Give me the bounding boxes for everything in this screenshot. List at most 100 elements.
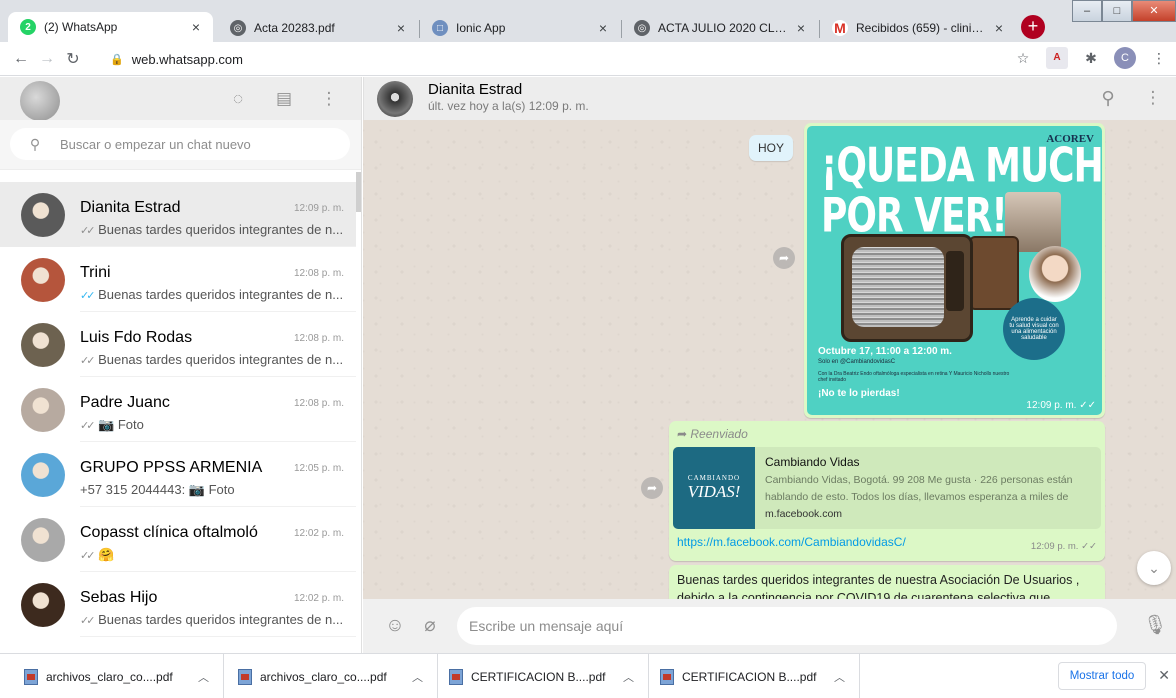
poster-tv-small [969, 236, 1019, 310]
chat-list-item[interactable]: Copasst clínica oftalmoló 12:02 p. m. ✓✓ 🤗 [0, 507, 356, 572]
chat-list-item[interactable]: Trini 12:08 p. m. ✓✓ Buenas tardes querido… [0, 247, 356, 312]
tab-close-icon[interactable]: × [794, 20, 808, 36]
chat-list-item[interactable]: GRUPO PPSS ARMENIA 12:05 p. m. +57 315 204… [0, 442, 356, 507]
search-input[interactable] [60, 136, 330, 152]
my-avatar[interactable] [20, 81, 60, 121]
show-all-button[interactable]: Mostrar todo [1058, 662, 1146, 690]
link-thumbnail: CAMBIANDO VIDAS! [673, 447, 755, 529]
message-input[interactable] [457, 607, 1117, 645]
tab-whatsapp[interactable]: 2 (2) WhatsApp × [8, 12, 213, 42]
lock-icon[interactable]: 🔒 [110, 53, 124, 66]
new-chat-icon[interactable]: ▤ [273, 88, 295, 110]
close-window-button[interactable]: ✕ [1132, 0, 1176, 22]
chat-avatar[interactable] [21, 193, 65, 237]
tab-acta-pdf[interactable]: ◎ Acta 20283.pdf × [218, 14, 418, 42]
profile-avatar[interactable]: C [1114, 47, 1136, 69]
pdf-extension-icon[interactable]: A [1046, 47, 1068, 69]
chat-preview-text: Buenas tardes queridos integrantes de n.… [98, 352, 344, 367]
download-item[interactable]: CERTIFICACION B....pdf ︿ [654, 654, 860, 698]
download-item[interactable]: archivos_claro_co....pdf ︿ [232, 654, 438, 698]
puzzle-icon[interactable]: ✱ [1080, 47, 1102, 69]
poster-channel: Solo en @CambiandovidasC [818, 359, 896, 365]
download-item[interactable]: archivos_claro_co....pdf ︿ [18, 654, 224, 698]
tab-label: Acta 20283.pdf [254, 21, 335, 35]
poster-tv-knobs [946, 251, 964, 311]
search-icon[interactable]: ⚲ [10, 136, 60, 153]
tab-close-icon[interactable]: × [596, 20, 610, 36]
close-downloads-icon[interactable]: ✕ [1158, 667, 1170, 684]
conversation-panel: Dianita Estrad últ. vez hoy a la(s) 12:0… [363, 77, 1176, 653]
menu-icon[interactable]: ⋮ [318, 88, 340, 110]
star-icon[interactable]: ☆ [1012, 47, 1034, 69]
download-item[interactable]: CERTIFICACION B....pdf ︿ [443, 654, 649, 698]
image-message[interactable]: ACOREV ¡QUEDA MUCHO POR VER! Aprende a c… [804, 123, 1105, 418]
tab-close-icon[interactable]: × [992, 20, 1006, 36]
conversation-header[interactable]: Dianita Estrad últ. vez hoy a la(s) 12:0… [363, 77, 1176, 120]
microphone-icon[interactable]: 🎙 [1143, 615, 1167, 637]
chat-list-item[interactable]: Luis Fdo Rodas 12:08 p. m. ✓✓ Buenas tarde… [0, 312, 356, 377]
chat-list: Dianita Estrad 12:09 p. m. ✓✓ Buenas tarde… [0, 182, 356, 637]
emoji-icon[interactable]: ☺ [384, 615, 406, 637]
poster-image[interactable]: ACOREV ¡QUEDA MUCHO POR VER! Aprende a c… [807, 126, 1102, 415]
url-text: web.whatsapp.com [131, 51, 243, 67]
chevron-up-icon[interactable]: ︿ [412, 669, 423, 685]
chat-preview: ✓✓ Buenas tardes queridos integrantes de… [80, 612, 345, 627]
browser-tab-strip: 2 (2) WhatsApp × ◎ Acta 20283.pdf × □ Io… [0, 0, 1176, 42]
tab-acta-julio[interactable]: ◎ ACTA JULIO 2020 CLINICA OF × [622, 14, 818, 42]
chat-name: Luis Fdo Rodas [80, 329, 193, 346]
chat-list-item[interactable]: Sebas Hijo 12:02 p. m. ✓✓ Buenas tardes qu… [0, 572, 356, 637]
chat-name: Dianita Estrad [80, 199, 181, 216]
chat-list-item[interactable]: Padre Juanc 12:08 p. m. ✓✓ 📷 Foto [0, 377, 356, 442]
back-arrow-icon[interactable]: ← [8, 50, 34, 68]
new-tab-button[interactable]: + [1021, 15, 1045, 39]
chevron-up-icon[interactable]: ︿ [834, 669, 845, 685]
chevron-up-icon[interactable]: ︿ [198, 669, 209, 685]
tab-ionic-app[interactable]: □ Ionic App × [420, 14, 620, 42]
link-url[interactable]: https://m.facebook.com/CambiandovidasC/ [677, 535, 906, 549]
scroll-down-button[interactable]: ⌄ [1137, 551, 1171, 585]
status-icon[interactable]: ◌ [227, 88, 249, 110]
chat-time: 12:08 p. m. [293, 268, 344, 279]
link-message[interactable]: ➦ Reenviado CAMBIANDO VIDAS! Cambiando V… [669, 421, 1105, 561]
chat-avatar[interactable] [21, 323, 65, 367]
forward-icon[interactable]: ➦ [773, 247, 795, 269]
address-bar[interactable]: 🔒 web.whatsapp.com [110, 46, 1010, 72]
minimize-button[interactable]: – [1072, 0, 1102, 22]
chat-name: Trini [80, 264, 111, 281]
search-bar: ⚲ [0, 120, 361, 170]
chat-name: Copasst clínica oftalmoló [80, 524, 258, 541]
tab-close-icon[interactable]: × [394, 20, 408, 36]
chat-time: 12:05 p. m. [293, 463, 344, 474]
maximize-button[interactable]: □ [1102, 0, 1132, 22]
search-icon[interactable]: ⚲ [1097, 87, 1119, 109]
last-seen: últ. vez hoy a la(s) 12:09 p. m. [428, 99, 589, 113]
chat-list-item[interactable]: Dianita Estrad 12:09 p. m. ✓✓ Buenas tarde… [0, 182, 356, 247]
link-domain: m.facebook.com [765, 508, 843, 520]
tab-label: ACTA JULIO 2020 CLINICA OF [658, 21, 788, 35]
chatlist-scrollbar[interactable] [356, 172, 361, 212]
menu-icon[interactable]: ⋮ [1148, 47, 1170, 69]
thumb-text-small: CAMBIANDO [687, 474, 741, 482]
chevron-up-icon[interactable]: ︿ [623, 669, 634, 685]
contact-avatar[interactable] [377, 81, 413, 117]
link-description-text: Cambiando Vidas, Bogotá. 99 208 Me gusta… [765, 474, 1073, 503]
thumb-text-big: VIDAS! [687, 482, 741, 501]
message-composer: ☺ ⌀ 🎙 [363, 599, 1176, 653]
chat-avatar[interactable] [21, 518, 65, 562]
reload-icon[interactable]: ↻ [60, 49, 86, 69]
link-preview-card[interactable]: CAMBIANDO VIDAS! Cambiando Vidas Cambian… [673, 447, 1101, 529]
forward-arrow-icon[interactable]: → [34, 50, 60, 68]
forward-icon[interactable]: ➦ [641, 477, 663, 499]
chat-avatar[interactable] [21, 453, 65, 497]
chat-avatar[interactable] [21, 258, 65, 302]
tab-label: (2) WhatsApp [44, 20, 118, 34]
chat-avatar[interactable] [21, 388, 65, 432]
toolbar-icons: ☆ A ✱ C ⋮ [1012, 47, 1170, 69]
chat-avatar[interactable] [21, 583, 65, 627]
download-label: archivos_claro_co....pdf [46, 669, 173, 684]
menu-icon[interactable]: ⋮ [1142, 87, 1164, 109]
attach-icon[interactable]: ⌀ [419, 615, 441, 637]
tab-gmail-recibidos[interactable]: M Recibidos (659) - clinicaoftalm × [820, 14, 1016, 42]
tab-close-icon[interactable]: × [189, 19, 203, 35]
chat-preview-text: Buenas tardes queridos integrantes de n.… [98, 222, 344, 237]
